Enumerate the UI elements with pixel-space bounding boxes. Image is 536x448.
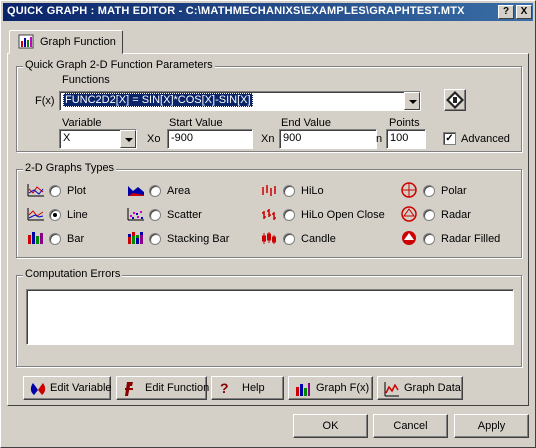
graph-function-tab-icon xyxy=(18,34,34,49)
help-button[interactable]: ? Help xyxy=(211,376,284,400)
functions-label: Functions xyxy=(62,74,110,86)
points-input[interactable]: 100 xyxy=(386,129,426,149)
computation-errors-output[interactable] xyxy=(26,289,514,345)
variable-select[interactable]: X xyxy=(59,129,137,149)
cancel-button[interactable]: Cancel xyxy=(373,414,448,438)
radar-filled-graph-icon xyxy=(402,231,416,245)
plot-graph-icon xyxy=(27,184,44,197)
radar-graph-icon xyxy=(401,206,417,222)
line-graph-icon xyxy=(27,208,44,221)
option-polar-label: Polar xyxy=(441,185,467,197)
area-graph-icon xyxy=(128,186,144,196)
points-prefix: n xyxy=(376,133,383,145)
function-select[interactable]: FUNC2D2[X] = SIN[X]*COS[X]-SIN[X] xyxy=(59,91,421,111)
end-prefix: Xn xyxy=(261,133,275,145)
option-radar-label: Radar xyxy=(441,209,471,221)
function-params-legend: Quick Graph 2-D Function Parameters xyxy=(23,59,215,71)
graph-data-button[interactable]: Graph Data xyxy=(377,376,463,400)
edit-variable-icon xyxy=(30,383,46,395)
title-bar: QUICK GRAPH : MATH EDITOR - C:\MATHMECHA… xyxy=(3,3,533,21)
tab-panel: Quick Graph 2-D Function Parameters Func… xyxy=(7,53,529,406)
radio-hilo-open-close[interactable] xyxy=(283,209,295,221)
polar-graph-icon xyxy=(401,182,417,198)
graph-fx-button[interactable]: Graph F(x) xyxy=(288,376,373,400)
apply-button[interactable]: Apply xyxy=(454,414,529,438)
edit-function-icon xyxy=(125,382,133,396)
option-hilo-label: HiLo xyxy=(301,185,324,197)
option-candle-label: Candle xyxy=(301,233,336,245)
function-params-group: Quick Graph 2-D Function Parameters Func… xyxy=(16,59,522,152)
close-title-button[interactable]: X xyxy=(516,5,532,19)
fx-label: F(x) xyxy=(35,95,55,107)
candle-graph-icon xyxy=(262,232,276,244)
stacking-bar-graph-icon xyxy=(128,232,143,244)
radio-hilo[interactable] xyxy=(283,185,295,197)
tab-graph-function[interactable]: Graph Function xyxy=(9,30,123,54)
graph-fx-label: Graph F(x) xyxy=(316,382,370,394)
help-title-button[interactable]: ? xyxy=(498,5,514,19)
computation-errors-legend: Computation Errors xyxy=(23,268,123,280)
option-radar-filled-label: Radar Filled xyxy=(441,233,501,245)
edit-variable-button[interactable]: Edit Variable xyxy=(23,376,112,400)
points-label: Points xyxy=(389,117,420,129)
option-area-label: Area xyxy=(167,185,191,197)
radio-radar[interactable] xyxy=(423,209,435,221)
option-scatter-label: Scatter xyxy=(167,209,202,221)
graph-data-label: Graph Data xyxy=(404,382,461,394)
start-value-input[interactable]: -900 xyxy=(167,129,253,149)
tab-graph-function-label: Graph Function xyxy=(40,36,116,48)
hilo-open-close-graph-icon xyxy=(262,209,276,220)
radio-candle[interactable] xyxy=(283,233,295,245)
start-prefix: Xo xyxy=(147,133,161,145)
variable-label: Variable xyxy=(62,117,102,129)
edit-function-label: Edit Function xyxy=(145,382,210,394)
window-title: QUICK GRAPH : MATH EDITOR - C:\MATHMECHA… xyxy=(7,5,465,17)
start-value-label: Start Value xyxy=(169,117,223,129)
radio-polar[interactable] xyxy=(423,185,435,197)
graph-data-icon xyxy=(384,382,399,397)
bar-graph-icon xyxy=(28,232,43,244)
graph-types-group: 2-D Graphs Types Plot Line Bar Area Scat… xyxy=(16,162,522,258)
option-stacking-bar-label: Stacking Bar xyxy=(167,233,230,245)
function-select-value: FUNC2D2[X] = SIN[X]*COS[X]-SIN[X] xyxy=(63,93,253,107)
option-line-label: Line xyxy=(67,209,88,221)
option-hilo-open-close-label: HiLo Open Close xyxy=(301,209,385,221)
radio-plot[interactable] xyxy=(49,185,61,197)
variable-select-value: X xyxy=(63,132,71,144)
question-icon: ? xyxy=(220,380,229,396)
advanced-checkbox[interactable]: ✓ xyxy=(443,132,456,145)
scatter-graph-icon xyxy=(127,208,144,221)
radio-bar[interactable] xyxy=(49,233,61,245)
radio-scatter[interactable] xyxy=(149,209,161,221)
hilo-graph-icon xyxy=(262,185,276,196)
function-editor-button[interactable] xyxy=(444,89,466,111)
function-editor-icon xyxy=(446,91,464,109)
advanced-label: Advanced xyxy=(461,133,510,145)
radio-line[interactable] xyxy=(49,209,61,221)
chevron-down-icon[interactable] xyxy=(404,92,420,110)
radio-area[interactable] xyxy=(149,185,161,197)
graph-types-legend: 2-D Graphs Types xyxy=(23,162,117,174)
help-label: Help xyxy=(242,382,265,394)
chevron-down-icon[interactable] xyxy=(120,130,136,148)
edit-function-button[interactable]: Edit Function xyxy=(116,376,210,400)
dialog-window: QUICK GRAPH : MATH EDITOR - C:\MATHMECHA… xyxy=(0,0,536,448)
end-value-label: End Value xyxy=(281,117,331,129)
option-plot-label: Plot xyxy=(67,185,86,197)
graph-fx-icon xyxy=(296,383,310,396)
radio-radar-filled[interactable] xyxy=(423,233,435,245)
radio-stacking-bar[interactable] xyxy=(149,233,161,245)
ok-button[interactable]: OK xyxy=(293,414,368,438)
option-bar-label: Bar xyxy=(67,233,85,245)
edit-variable-label: Edit Variable xyxy=(50,382,112,394)
end-value-input[interactable]: 900 xyxy=(279,129,377,149)
computation-errors-group: Computation Errors xyxy=(16,268,522,367)
